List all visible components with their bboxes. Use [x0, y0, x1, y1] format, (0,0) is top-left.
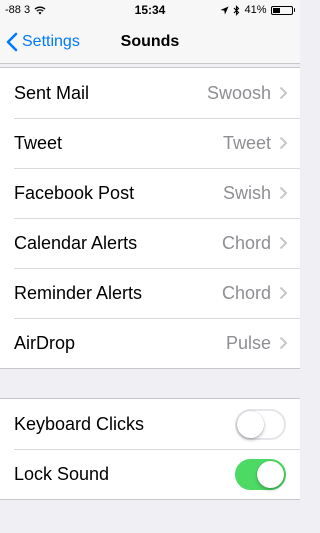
row-value: Swish — [222, 182, 271, 203]
sound-row-calendar-alerts[interactable]: Calendar Alerts Chord — [0, 218, 300, 268]
navigation-bar: Settings Sounds — [0, 20, 300, 64]
switch-knob — [257, 460, 284, 488]
chevron-right-icon — [279, 236, 288, 250]
row-label: Tweet — [14, 132, 63, 153]
chevron-right-icon — [279, 286, 288, 300]
sound-row-tweet[interactable]: Tweet Tweet — [0, 118, 300, 168]
row-value: Tweet — [222, 132, 271, 153]
bluetooth-icon — [234, 4, 240, 16]
switch-knob — [237, 410, 264, 438]
chevron-right-icon — [279, 136, 288, 150]
row-value: Chord — [221, 282, 271, 303]
chevron-right-icon — [279, 86, 288, 100]
page-title: Sounds — [120, 33, 180, 50]
status-bar: -88 3 15:34 41% — [0, 0, 300, 20]
row-label: Reminder Alerts — [14, 282, 143, 303]
keyboard-clicks-switch[interactable] — [235, 408, 286, 440]
battery-percent: 41% — [244, 4, 267, 16]
row-label: Sent Mail — [14, 82, 90, 103]
row-label: Calendar Alerts — [14, 232, 138, 253]
status-right: 41% — [220, 0, 295, 20]
sounds-list: Sent Mail Swoosh Tweet Tweet Facebook Po… — [0, 67, 300, 369]
location-arrow-icon — [220, 5, 230, 15]
row-label: AirDrop — [14, 332, 76, 353]
chevron-right-icon — [279, 186, 288, 200]
chevron-right-icon — [279, 336, 288, 350]
row-value: Pulse — [225, 332, 271, 353]
sound-row-airdrop[interactable]: AirDrop Pulse — [0, 318, 300, 368]
toggle-row-keyboard-clicks: Keyboard Clicks — [0, 399, 300, 449]
sound-row-sent-mail[interactable]: Sent Mail Swoosh — [0, 68, 300, 118]
row-label: Facebook Post — [14, 182, 135, 203]
battery-icon — [270, 5, 295, 15]
lock-sound-switch[interactable] — [235, 458, 286, 490]
sound-row-reminder-alerts[interactable]: Reminder Alerts Chord — [0, 268, 300, 318]
row-label: Lock Sound — [14, 463, 110, 484]
toggles-list: Keyboard Clicks Lock Sound — [0, 398, 300, 500]
row-value: Chord — [221, 232, 271, 253]
row-value: Swoosh — [206, 82, 271, 103]
battery-fill — [272, 7, 280, 13]
row-label: Keyboard Clicks — [14, 413, 145, 434]
toggle-row-lock-sound: Lock Sound — [0, 449, 300, 499]
sound-row-facebook-post[interactable]: Facebook Post Swish — [0, 168, 300, 218]
